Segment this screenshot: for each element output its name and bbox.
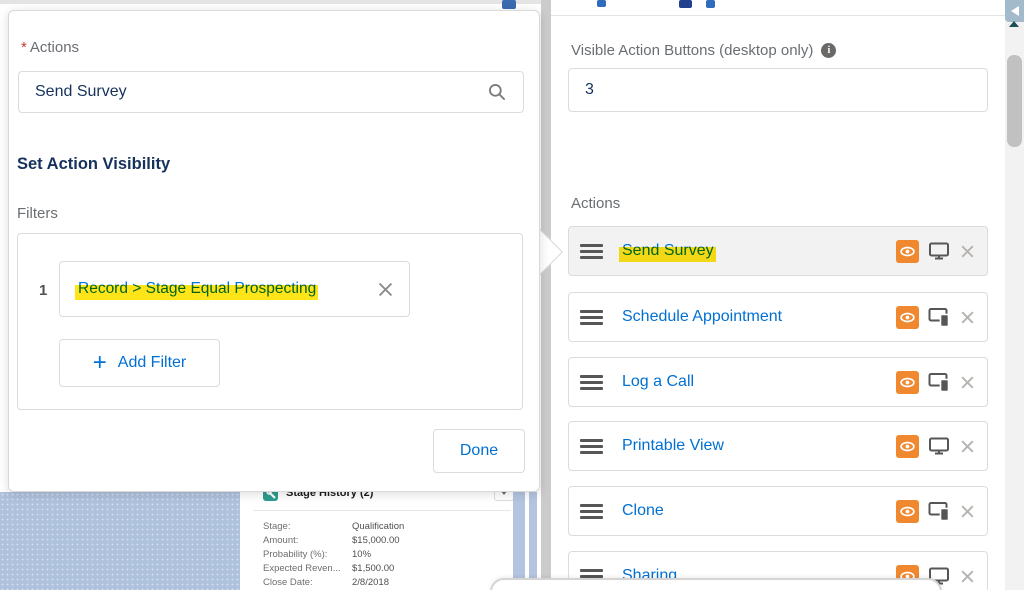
filter-index: 1 bbox=[39, 282, 47, 299]
visibility-eye-icon[interactable] bbox=[896, 240, 919, 263]
remove-action-icon[interactable] bbox=[959, 243, 976, 260]
scrollbar-thumb[interactable] bbox=[1007, 55, 1022, 147]
action-label[interactable]: Clone bbox=[622, 502, 664, 520]
plus-icon: + bbox=[93, 351, 107, 375]
filters-label: Filters bbox=[17, 205, 58, 222]
drag-handle-icon[interactable] bbox=[580, 375, 603, 390]
remove-action-icon[interactable] bbox=[959, 503, 976, 520]
actions-search-value: Send Survey bbox=[35, 83, 127, 101]
top-edge-strip bbox=[0, 0, 548, 4]
remove-action-icon[interactable] bbox=[959, 374, 976, 391]
remove-action-icon[interactable] bbox=[959, 568, 976, 585]
visibility-eye-icon[interactable] bbox=[896, 306, 919, 329]
action-label[interactable]: Send Survey bbox=[622, 242, 714, 260]
clipped-text-fragment bbox=[679, 0, 692, 8]
panel-divider bbox=[551, 15, 1005, 16]
visibility-eye-icon[interactable] bbox=[896, 371, 919, 394]
required-asterisk: * bbox=[21, 39, 27, 56]
actions-search-input[interactable]: Send Survey bbox=[18, 71, 524, 113]
visible-buttons-row: Visible Action Buttons (desktop only) i bbox=[571, 42, 836, 59]
drag-handle-icon[interactable] bbox=[580, 504, 603, 519]
search-icon[interactable] bbox=[487, 82, 507, 102]
actions-list-label: Actions bbox=[571, 195, 620, 212]
drag-handle-icon[interactable] bbox=[580, 244, 603, 259]
stage-history-field: Stage: Qualification bbox=[263, 521, 511, 535]
panel-separator bbox=[541, 0, 551, 590]
stage-history-divider bbox=[253, 510, 511, 511]
properties-panel: Visible Action Buttons (desktop only) i … bbox=[551, 0, 1005, 590]
stage-history-field: Amount: $15,000.00 bbox=[263, 535, 511, 549]
action-row-printable-view[interactable]: Printable View bbox=[568, 421, 988, 471]
clipped-text-fragment bbox=[706, 0, 715, 8]
drag-handle-icon[interactable] bbox=[580, 310, 603, 325]
action-label[interactable]: Schedule Appointment bbox=[622, 308, 782, 326]
remove-action-icon[interactable] bbox=[959, 438, 976, 455]
actions-field-label: *Actions bbox=[21, 39, 79, 56]
action-row-clone[interactable]: Clone bbox=[568, 486, 988, 536]
stage-history-field: Expected Reven... $1,500.00 bbox=[263, 563, 511, 577]
desktop-icon[interactable] bbox=[927, 239, 951, 263]
canvas-scrollbar[interactable] bbox=[513, 492, 525, 590]
action-row-schedule-appointment[interactable]: Schedule Appointment bbox=[568, 292, 988, 342]
set-action-visibility-dialog: *Actions Send Survey Set Action Visibili… bbox=[8, 10, 540, 492]
add-filter-button[interactable]: + Add Filter bbox=[59, 339, 220, 387]
visible-buttons-value: 3 bbox=[585, 81, 594, 99]
desktop-icon[interactable] bbox=[927, 434, 951, 458]
visibility-eye-icon[interactable] bbox=[896, 435, 919, 458]
multi-device-icon[interactable] bbox=[927, 499, 951, 523]
bottom-popup-edge bbox=[490, 578, 942, 590]
stage-history-field: Probability (%): 10% bbox=[263, 549, 511, 563]
action-label[interactable]: Printable View bbox=[622, 437, 724, 455]
drag-handle-icon[interactable] bbox=[580, 439, 603, 454]
action-label[interactable]: Log a Call bbox=[622, 373, 694, 391]
multi-device-icon[interactable] bbox=[927, 370, 951, 394]
arrow-left-icon bbox=[1011, 6, 1019, 16]
collapse-panel-icon[interactable] bbox=[1005, 0, 1024, 22]
clipped-text-fragment bbox=[597, 0, 606, 7]
done-button[interactable]: Done bbox=[433, 429, 525, 473]
visibility-eye-icon[interactable] bbox=[896, 500, 919, 523]
clipped-icon-fragment bbox=[502, 0, 516, 9]
visible-buttons-label: Visible Action Buttons (desktop only) bbox=[571, 42, 813, 59]
info-icon[interactable]: i bbox=[821, 43, 836, 58]
action-row-send-survey[interactable]: Send Survey bbox=[568, 226, 988, 276]
remove-action-icon[interactable] bbox=[959, 309, 976, 326]
app-builder-screen: Visible Action Buttons (desktop only) i … bbox=[0, 0, 1024, 590]
canvas-background bbox=[0, 492, 240, 590]
multi-device-icon[interactable] bbox=[927, 305, 951, 329]
filter-pill[interactable]: Record > Stage Equal Prospecting bbox=[59, 261, 410, 317]
scroll-up-arrow-icon[interactable] bbox=[1009, 21, 1019, 27]
stage-history-field: Close Date: 2/8/2018 bbox=[263, 577, 511, 590]
canvas-scrollbar-edge bbox=[529, 492, 537, 590]
action-row-log-a-call[interactable]: Log a Call bbox=[568, 357, 988, 407]
visible-buttons-input[interactable]: 3 bbox=[568, 68, 988, 112]
filter-group: 1 Record > Stage Equal Prospecting + Add… bbox=[17, 233, 523, 410]
dialog-heading: Set Action Visibility bbox=[17, 155, 170, 174]
filter-pill-text: Record > Stage Equal Prospecting bbox=[78, 280, 316, 298]
remove-filter-icon[interactable] bbox=[376, 280, 395, 299]
